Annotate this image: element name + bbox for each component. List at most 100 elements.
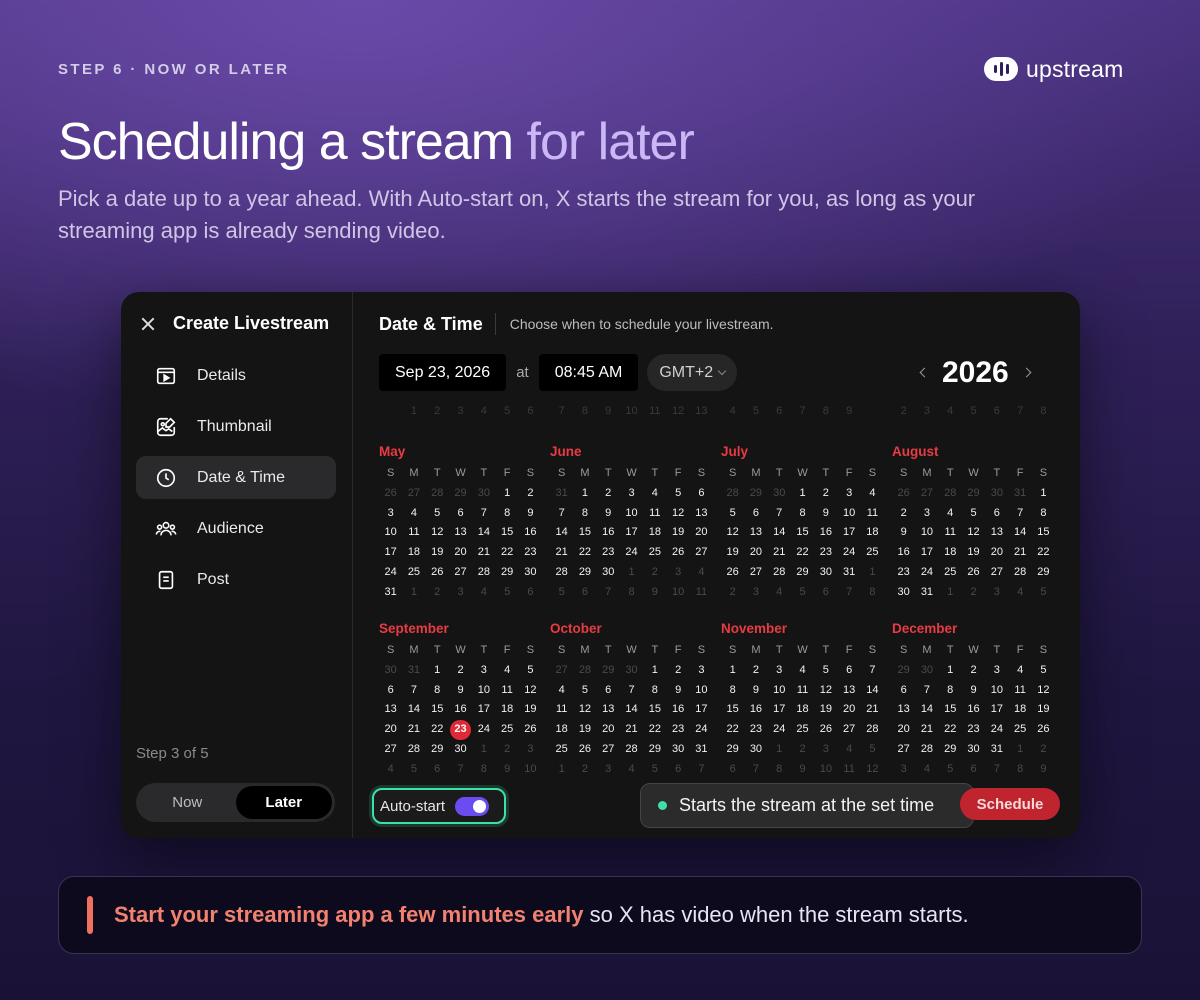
calendar-day[interactable]: 2 (962, 661, 985, 681)
calendar-day[interactable]: 21 (768, 543, 791, 563)
calendar-day[interactable]: 23 (744, 720, 767, 740)
time-field[interactable]: 08:45 AM (538, 354, 639, 391)
calendar-day[interactable]: 8 (495, 504, 518, 524)
schedule-button[interactable]: Schedule (960, 788, 1060, 820)
calendar-day[interactable]: 17 (985, 700, 1008, 720)
calendar-day[interactable]: 20 (449, 543, 472, 563)
calendar-day[interactable]: 4 (643, 484, 666, 504)
calendar-day[interactable]: 17 (379, 543, 402, 563)
calendar-day[interactable]: 4 (1008, 661, 1031, 681)
calendar-day[interactable]: 16 (892, 543, 915, 563)
calendar-day[interactable]: 24 (768, 720, 791, 740)
calendar-day[interactable]: 15 (791, 523, 814, 543)
calendar-day[interactable]: 15 (573, 523, 596, 543)
calendar-day[interactable]: 11 (791, 681, 814, 701)
calendar-day[interactable]: 26 (573, 740, 596, 760)
calendar-day[interactable]: 28 (472, 563, 495, 583)
calendar-day[interactable]: 6 (837, 661, 860, 681)
calendar-day[interactable]: 25 (550, 740, 573, 760)
calendar-day[interactable]: 3 (837, 484, 860, 504)
calendar-day[interactable]: 31 (690, 740, 713, 760)
calendar-day[interactable]: 10 (768, 681, 791, 701)
calendar-day[interactable]: 18 (861, 523, 884, 543)
calendar-day[interactable]: 28 (402, 740, 425, 760)
calendar-day[interactable]: 7 (768, 504, 791, 524)
calendar-day[interactable]: 30 (892, 583, 915, 603)
calendar-day[interactable]: 9 (449, 681, 472, 701)
calendar-day[interactable]: 17 (620, 523, 643, 543)
calendar-day[interactable]: 16 (744, 700, 767, 720)
calendar-day[interactable]: 14 (915, 700, 938, 720)
calendar-day[interactable]: 21 (915, 720, 938, 740)
calendar-day[interactable]: 13 (985, 523, 1008, 543)
calendar-day[interactable]: 25 (643, 543, 666, 563)
calendar-day[interactable]: 6 (985, 504, 1008, 524)
calendar-day[interactable]: 2 (814, 484, 837, 504)
calendar-day[interactable]: 26 (814, 720, 837, 740)
calendar-day[interactable]: 25 (495, 720, 518, 740)
calendar-day[interactable]: 27 (892, 740, 915, 760)
later-button[interactable]: Later (235, 786, 332, 819)
chevron-right-icon[interactable] (1021, 367, 1032, 378)
calendar-day[interactable]: 1 (573, 484, 596, 504)
calendar-day[interactable]: 23 (892, 563, 915, 583)
calendar-day[interactable]: 7 (915, 681, 938, 701)
sidebar-item-post[interactable]: Post (136, 558, 336, 601)
calendar-day[interactable]: 21 (620, 720, 643, 740)
calendar-day[interactable]: 1 (791, 484, 814, 504)
calendar-day[interactable]: 30 (744, 740, 767, 760)
calendar-day[interactable]: 8 (939, 681, 962, 701)
calendar-day[interactable]: 21 (550, 543, 573, 563)
calendar-day[interactable]: 18 (550, 720, 573, 740)
sidebar-item-details[interactable]: Details (136, 354, 336, 397)
calendar-day[interactable]: 15 (939, 700, 962, 720)
calendar-day[interactable]: 17 (690, 700, 713, 720)
calendar-day[interactable]: 8 (426, 681, 449, 701)
calendar-day[interactable]: 7 (861, 661, 884, 681)
calendar-day[interactable]: 11 (643, 504, 666, 524)
calendar-day[interactable]: 12 (426, 523, 449, 543)
calendar-day[interactable]: 7 (550, 504, 573, 524)
calendar-day[interactable]: 15 (721, 700, 744, 720)
calendar-day[interactable]: 7 (620, 681, 643, 701)
calendar-day[interactable]: 26 (721, 563, 744, 583)
calendar-day[interactable]: 4 (402, 504, 425, 524)
calendar-day[interactable]: 16 (814, 523, 837, 543)
calendar-day[interactable]: 21 (861, 700, 884, 720)
calendar-day[interactable]: 24 (690, 720, 713, 740)
calendar-day[interactable]: 10 (837, 504, 860, 524)
calendar-day[interactable]: 24 (915, 563, 938, 583)
calendar-day[interactable]: 25 (861, 543, 884, 563)
calendar-day[interactable]: 22 (573, 543, 596, 563)
calendar-day[interactable]: 2 (519, 484, 542, 504)
calendar-day[interactable]: 14 (620, 700, 643, 720)
calendar-day[interactable]: 19 (519, 700, 542, 720)
calendar-day[interactable]: 26 (519, 720, 542, 740)
calendar-day[interactable]: 8 (791, 504, 814, 524)
sidebar-item-audience[interactable]: Audience (136, 507, 336, 550)
calendar-day[interactable]: 30 (519, 563, 542, 583)
calendar-day[interactable]: 23 (962, 720, 985, 740)
calendar-day[interactable]: 28 (861, 720, 884, 740)
calendar-day[interactable]: 5 (1032, 661, 1055, 681)
calendar-day[interactable]: 23 (814, 543, 837, 563)
calendar-day[interactable]: 1 (1032, 484, 1055, 504)
calendar-day[interactable]: 13 (744, 523, 767, 543)
calendar-day[interactable]: 3 (620, 484, 643, 504)
calendar-day[interactable]: 1 (426, 661, 449, 681)
calendar-day[interactable]: 30 (449, 740, 472, 760)
calendar-day[interactable]: 29 (939, 740, 962, 760)
calendar-day[interactable]: 23 (519, 543, 542, 563)
timezone-select[interactable]: GMT+2 (647, 354, 738, 391)
calendar-day[interactable]: 24 (837, 543, 860, 563)
calendar-day[interactable]: 28 (1008, 563, 1031, 583)
calendar-day[interactable]: 18 (402, 543, 425, 563)
calendar-day[interactable]: 8 (643, 681, 666, 701)
calendar-day[interactable]: 27 (690, 543, 713, 563)
calendar-day[interactable]: 24 (620, 543, 643, 563)
calendar-day[interactable]: 15 (495, 523, 518, 543)
calendar-day[interactable]: 9 (892, 523, 915, 543)
calendar-day[interactable]: 1 (495, 484, 518, 504)
calendar-day[interactable]: 20 (744, 543, 767, 563)
calendar-day[interactable]: 9 (597, 504, 620, 524)
